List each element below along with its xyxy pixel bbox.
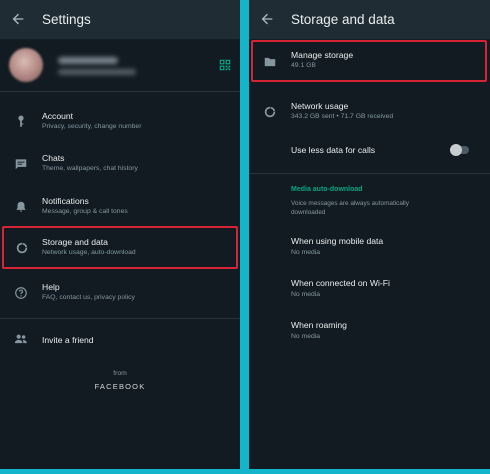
wifi-label: When connected on Wi-Fi: [291, 278, 390, 288]
wifi-value: No media: [291, 291, 321, 298]
profile-row[interactable]: [0, 39, 240, 91]
highlight-box-storage-and-data: [2, 226, 238, 269]
qr-code-icon[interactable]: [218, 58, 232, 72]
roaming-label: When roaming: [291, 320, 347, 330]
settings-screen: Settings Account Privacy, security, chan…: [0, 0, 240, 469]
key-icon: [18, 115, 24, 127]
settings-item-label: Chats: [42, 153, 65, 163]
data-usage-icon: [264, 106, 276, 118]
storage-app-bar: Storage and data: [249, 0, 490, 39]
media-note-line-2: downloaded: [291, 209, 326, 216]
settings-item-subtitle: Message, group & call tones: [42, 208, 128, 215]
network-usage-row[interactable]: Network usage 343.2 GB sent • 71.7 GB re…: [249, 94, 490, 130]
settings-item-account[interactable]: Account Privacy, security, change number: [0, 103, 240, 141]
settings-item-subtitle: Theme, wallpapers, chat history: [42, 165, 138, 172]
storage-and-data-screen: Storage and data Manage storage 49.1 GB …: [249, 0, 490, 469]
settings-item-chats[interactable]: Chats Theme, wallpapers, chat history: [0, 145, 240, 183]
settings-item-help[interactable]: Help FAQ, contact us, privacy policy: [0, 274, 240, 312]
bell-icon: [16, 201, 26, 212]
settings-item-label: Notifications: [42, 196, 89, 206]
use-less-data-label: Use less data for calls: [291, 145, 376, 155]
settings-app-bar: Settings: [0, 0, 240, 39]
page-title: Settings: [42, 12, 91, 27]
settings-item-notifications[interactable]: Notifications Message, group & call tone…: [0, 188, 240, 226]
mobile-data-row[interactable]: When using mobile data No media: [249, 232, 490, 262]
footer-brand: FACEBOOK: [94, 382, 146, 391]
section-divider: [249, 173, 490, 174]
chat-icon: [15, 159, 27, 170]
roaming-value: No media: [291, 333, 321, 340]
back-arrow-icon[interactable]: [259, 11, 275, 27]
mobile-data-label: When using mobile data: [291, 236, 384, 246]
blurred-profile-name: [58, 57, 118, 64]
avatar[interactable]: [9, 48, 43, 82]
network-usage-label: Network usage: [291, 101, 349, 111]
help-icon: [15, 287, 27, 299]
back-arrow-icon[interactable]: [10, 11, 26, 27]
blurred-profile-status: [58, 69, 136, 75]
media-note-line-1: Voice messages are always automatically: [291, 200, 409, 207]
footer-from: from: [113, 370, 127, 377]
network-usage-stats: 343.2 GB sent • 71.7 GB received: [291, 113, 394, 120]
settings-item-subtitle: FAQ, contact us, privacy policy: [42, 294, 135, 301]
wifi-row[interactable]: When connected on Wi-Fi No media: [249, 274, 490, 304]
settings-item-subtitle: Privacy, security, change number: [42, 123, 142, 130]
help-divider: [0, 318, 240, 319]
roaming-row[interactable]: When roaming No media: [249, 316, 490, 346]
people-icon: [14, 334, 27, 344]
media-auto-download-header: Media auto-download: [291, 186, 363, 193]
profile-divider: [0, 91, 240, 92]
settings-item-label: Account: [42, 111, 74, 121]
invite-friend-row[interactable]: Invite a friend: [0, 328, 240, 352]
highlight-box-manage-storage: [251, 40, 487, 82]
use-less-data-row[interactable]: Use less data for calls: [249, 138, 490, 162]
page-title: Storage and data: [291, 12, 395, 27]
invite-friend-label: Invite a friend: [42, 335, 94, 345]
settings-item-label: Help: [42, 282, 60, 292]
mobile-data-value: No media: [291, 249, 321, 256]
toggle-knob: [450, 144, 462, 156]
use-less-data-toggle[interactable]: [450, 144, 469, 156]
